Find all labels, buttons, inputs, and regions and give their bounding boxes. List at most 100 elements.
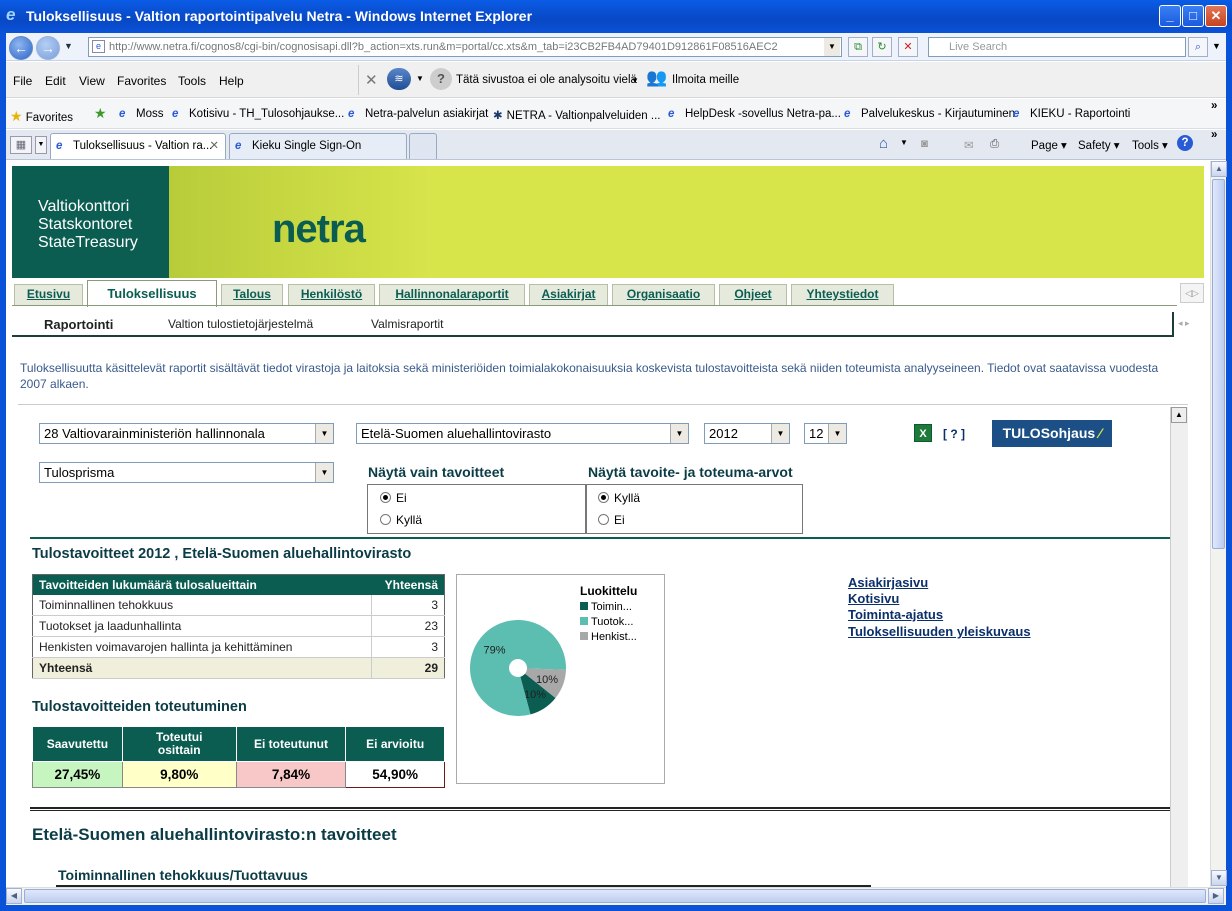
home-dropdown-icon[interactable]: ▼	[900, 138, 908, 147]
year-select[interactable]: 2012 ▼	[704, 423, 790, 444]
ie-page-icon: e	[844, 108, 851, 120]
scroll-right-icon[interactable]: ▶	[1208, 888, 1224, 904]
history-dropdown-icon[interactable]: ▼	[64, 41, 73, 51]
link-tuloksellisuuden-yleiskuvaus[interactable]: Tuloksellisuuden yleiskuvaus	[848, 624, 1031, 639]
new-tab-button[interactable]	[409, 133, 437, 159]
link-toiminta-ajatus[interactable]: Toiminta-ajatus	[848, 607, 943, 622]
report-scrollbar[interactable]: ▲	[1170, 407, 1188, 887]
tab-etusivu[interactable]: Etusivu	[14, 284, 83, 305]
menu-tools[interactable]: Tools	[178, 74, 206, 88]
favorites-overflow-icon[interactable]: »	[1211, 100, 1217, 112]
tab-yhteystiedot[interactable]: Yhteystiedot	[791, 284, 894, 305]
url-input[interactable]: e http://www.netra.fi/cognos8/cgi-bin/cog…	[88, 37, 842, 57]
browser-tab-tuloksellisuus[interactable]: e Tuloksellisuus - Valtion ra... ✕	[50, 133, 226, 159]
compatibility-icon[interactable]: ⧉	[848, 37, 868, 57]
subnav-valmisraportit[interactable]: Valmisraportit	[371, 317, 443, 331]
tab-talous[interactable]: Talous	[221, 284, 283, 305]
menu-favorites[interactable]: Favorites	[117, 74, 166, 88]
report-scroll-up-icon[interactable]: ▲	[1171, 407, 1187, 423]
scroll-left-icon[interactable]: ◀	[6, 888, 22, 904]
link-kotisivu[interactable]: Kotisivu	[848, 591, 899, 606]
print-icon[interactable]: ⎙	[990, 138, 999, 151]
help-link[interactable]: [ ? ]	[943, 427, 965, 441]
add-favorite-icon[interactable]: ★	[94, 105, 107, 122]
subnav-raportointi[interactable]: Raportointi	[44, 317, 113, 332]
page-horizontal-scrollbar[interactable]: ◀ ▶	[6, 887, 1226, 905]
menu-view[interactable]: View	[79, 74, 105, 88]
close-tab-icon[interactable]: ✕	[209, 134, 219, 158]
menu-file[interactable]: File	[13, 74, 32, 88]
maximize-button[interactable]: □	[1182, 5, 1204, 27]
fav-link-kieku[interactable]: e KIEKU - Raportointi	[1013, 108, 1130, 121]
page-menu[interactable]: Page ▾	[1031, 138, 1067, 152]
feeds-icon[interactable]: ◙	[921, 138, 928, 150]
tulosohjaus-logo[interactable]: TULOSohjaus ⁄	[992, 420, 1112, 447]
scroll-thumb[interactable]	[1212, 179, 1225, 549]
tab-ohjeet[interactable]: Ohjeet	[719, 284, 787, 305]
fav-link-kotisivu[interactable]: e Kotisivu - TH_Tulosohjaukse...	[172, 108, 344, 121]
fav-link-netra-valtionpalvelut[interactable]: ✱ NETRA - Valtionpalveluiden ...	[493, 108, 660, 122]
link-asiakirjasivu[interactable]: Asiakirjasivu	[848, 575, 928, 590]
fav-link-helpdesk[interactable]: e HelpDesk -sovellus Netra-pa...	[668, 108, 841, 121]
search-input[interactable]: Live Search	[928, 37, 1186, 57]
minimize-button[interactable]: _	[1159, 5, 1181, 27]
tab-organisaatio[interactable]: Organisaatio	[612, 284, 715, 305]
menu-help[interactable]: Help	[219, 74, 244, 88]
phishing-status-dropdown-icon[interactable]: ▼	[631, 76, 639, 85]
realization-value-row: 27,45% 9,80% 7,84% 54,90%	[32, 761, 445, 788]
home-icon[interactable]: ⌂	[879, 135, 888, 152]
forward-button[interactable]: →	[36, 36, 60, 60]
only-targets-ei-radio[interactable]: Ei	[380, 491, 407, 505]
subnav-scroll-arrows[interactable]: ◂ ▸	[1178, 318, 1190, 329]
scroll-up-icon[interactable]: ▲	[1211, 161, 1227, 177]
realization-title: Tulostavoitteiden toteutuminen	[32, 699, 247, 715]
ie-page-icon: e	[119, 108, 126, 120]
tools-menu[interactable]: Tools ▾	[1132, 138, 1168, 152]
page-icon: e	[92, 40, 105, 53]
refresh-icon[interactable]: ↻	[872, 37, 892, 57]
back-button[interactable]: ←	[9, 36, 33, 60]
search-icon[interactable]: ⌕	[1188, 37, 1208, 57]
url-dropdown-icon[interactable]: ▼	[824, 38, 840, 56]
phishing-dropdown-icon[interactable]: ▼	[416, 74, 424, 83]
search-options-icon[interactable]: ▼	[1212, 41, 1221, 51]
excel-export-icon[interactable]: X	[914, 424, 932, 442]
month-select[interactable]: 12 ▼	[804, 423, 847, 444]
hallinnonala-select[interactable]: 28 Valtiovarainministeriön hallinnonala ▼	[39, 423, 334, 444]
browser-tab-kieku[interactable]: e Kieku Single Sign-On	[229, 133, 407, 159]
close-toolbar-icon[interactable]: ✕	[365, 71, 378, 89]
report-link[interactable]: Ilmoita meille	[672, 74, 739, 86]
command-overflow-icon[interactable]: »	[1211, 129, 1217, 141]
tab-list-icon[interactable]: ▼	[35, 136, 47, 154]
tab-asiakirjat[interactable]: Asiakirjat	[529, 284, 608, 305]
subnav-tulostietojarjestelma[interactable]: Valtion tulostietojärjestelmä	[168, 317, 313, 331]
tab-scroll-arrows[interactable]: ◁▷	[1180, 283, 1204, 303]
report-type-select[interactable]: Tulosprisma ▼	[39, 462, 334, 483]
phishing-filter-icon[interactable]: ≋	[387, 68, 411, 90]
close-window-button[interactable]: ✕	[1205, 5, 1227, 27]
show-values-kylla-radio[interactable]: Kyllä	[598, 491, 640, 505]
only-targets-kylla-radio[interactable]: Kyllä	[380, 513, 422, 527]
quick-tabs-icon[interactable]: ▦	[10, 136, 32, 154]
page-vertical-scrollbar[interactable]: ▲ ▼	[1210, 161, 1227, 887]
help-icon[interactable]: ?	[1177, 135, 1193, 151]
pie-label-tuotokset: 79%	[484, 644, 506, 656]
fav-link-palvelukeskus[interactable]: e Palvelukeskus - Kirjautuminen	[844, 108, 1015, 121]
safety-menu[interactable]: Safety ▾	[1078, 138, 1120, 152]
fav-link-moss[interactable]: e Moss	[119, 108, 163, 121]
show-values-ei-radio[interactable]: Ei	[598, 513, 625, 527]
menu-edit[interactable]: Edit	[45, 74, 66, 88]
ie-logo-icon: e	[6, 5, 16, 24]
tab-hallinnonalaraportit[interactable]: Hallinnonalaraportit	[379, 284, 525, 305]
stop-icon[interactable]: ✕	[898, 37, 918, 57]
favorites-button[interactable]: ★ Favorites	[10, 108, 73, 125]
tab-henkilosto[interactable]: Henkilöstö	[288, 284, 375, 305]
virasto-select[interactable]: Etelä-Suomen aluehallintovirasto ▼	[356, 423, 689, 444]
tab-tuloksellisuus[interactable]: Tuloksellisuus	[87, 280, 217, 307]
horizontal-scroll-thumb[interactable]	[24, 889, 1206, 903]
phishing-status[interactable]: Tätä sivustoa ei ole analysoitu vielä	[456, 74, 637, 86]
legend-swatch	[580, 602, 588, 610]
scroll-down-icon[interactable]: ▼	[1211, 870, 1227, 886]
mail-icon[interactable]: ✉	[964, 138, 974, 152]
fav-link-netra-asiakirjat[interactable]: e Netra-palvelun asiakirjat	[348, 108, 488, 121]
